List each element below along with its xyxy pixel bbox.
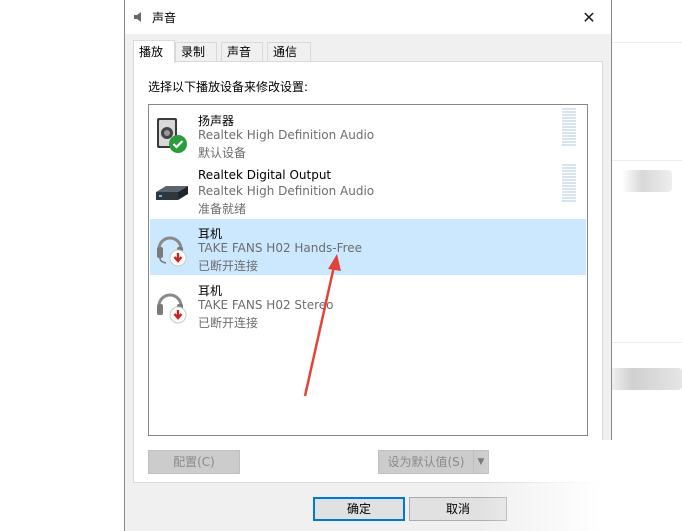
device-status: 已断开连接 (198, 316, 259, 330)
background-line (612, 42, 682, 43)
device-status: 准备就绪 (198, 202, 247, 216)
device-status: 已断开连接 (198, 259, 259, 273)
device-item-headset-handsfree[interactable]: 耳机 TAKE FANS H02 Hands-Free 已断开连接 (150, 219, 586, 275)
tab-sounds[interactable]: 声音 (221, 42, 263, 61)
device-item-headphones-stereo[interactable]: 耳机 TAKE FANS H02 Stereo 已断开连接 (150, 276, 586, 332)
window-title: 声音 (152, 11, 177, 25)
headset-icon (157, 236, 187, 267)
background-line (612, 342, 682, 343)
instruction-text: 选择以下播放设备来修改设置: (148, 80, 309, 94)
device-status: 默认设备 (198, 146, 247, 160)
device-name: Realtek Digital Output (198, 168, 332, 182)
background-fade (480, 440, 682, 531)
blurred-background-item (622, 170, 672, 192)
close-icon: ✕ (582, 7, 596, 27)
ok-button[interactable]: 确定 (313, 497, 405, 521)
set-default-button[interactable]: 设为默认值(S) (378, 450, 474, 474)
playback-panel: 选择以下播放设备来修改设置: 扬声器 Realtek High Definiti… (133, 61, 603, 483)
device-item-digital-output[interactable]: Realtek Digital Output Realtek High Defi… (150, 162, 586, 218)
tab-communications[interactable]: 通信 (267, 42, 311, 61)
headphones-icon (157, 293, 187, 324)
tab-recording[interactable]: 录制 (175, 42, 217, 61)
blurred-background-item (600, 368, 682, 390)
tab-playback[interactable]: 播放 (133, 40, 175, 63)
device-name: 耳机 (198, 284, 223, 298)
speaker-icon (134, 12, 141, 22)
digital-output-icon (156, 186, 188, 200)
background-line (612, 160, 682, 161)
volume-meter (562, 108, 576, 148)
device-description: TAKE FANS H02 Stereo (198, 298, 334, 312)
device-item-speakers[interactable]: 扬声器 Realtek High Definition Audio 默认设备 (150, 106, 586, 162)
device-list[interactable]: 扬声器 Realtek High Definition Audio 默认设备 R… (148, 104, 588, 436)
device-description: TAKE FANS H02 Hands-Free (198, 241, 363, 255)
device-description: Realtek High Definition Audio (198, 184, 375, 198)
title-bar: 声音 ✕ (125, 0, 611, 34)
speaker-icon (157, 118, 187, 153)
device-name: 耳机 (198, 227, 223, 241)
close-button[interactable]: ✕ (567, 0, 611, 34)
device-description: Realtek High Definition Audio (198, 128, 375, 142)
volume-meter (562, 164, 576, 204)
device-name: 扬声器 (198, 114, 235, 128)
configure-button[interactable]: 配置(C) (148, 450, 240, 474)
